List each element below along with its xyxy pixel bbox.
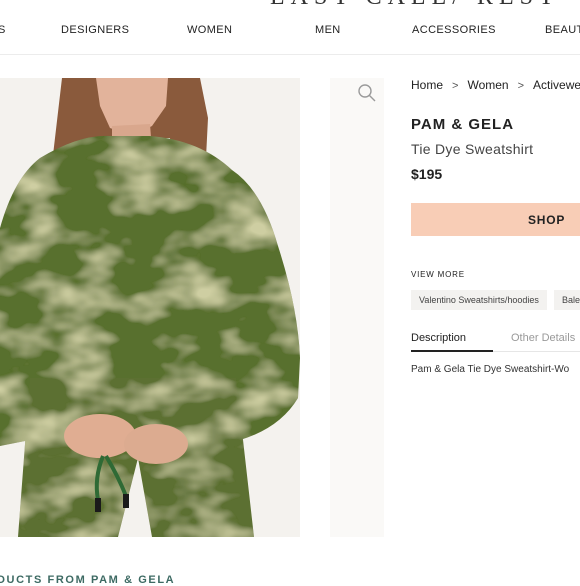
related-products-heading: DUCTS FROM PAM & GELA: [0, 574, 176, 586]
product-title: Tie Dye Sweatshirt: [411, 141, 534, 157]
nav-item-women[interactable]: WOMEN: [187, 24, 232, 36]
tab-active-indicator: [411, 350, 493, 352]
tag-chip[interactable]: Bale: [554, 290, 580, 310]
product-description: Pam & Gela Tie Dye Sweatshirt-Wo: [411, 364, 570, 375]
nav-item-partial[interactable]: S: [0, 24, 6, 36]
nav-item-designers[interactable]: DESIGNERS: [61, 24, 129, 36]
nav-item-beauty[interactable]: BEAUTY: [545, 24, 580, 36]
nav-item-accessories[interactable]: ACCESSORIES: [412, 24, 496, 36]
top-nav: S DESIGNERS WOMEN MEN ACCESSORIES BEAUTY: [0, 24, 580, 42]
chevron-right-icon: >: [517, 80, 525, 92]
product-price: $195: [411, 166, 443, 182]
view-more-label: VIEW MORE: [411, 270, 465, 279]
chevron-right-icon: >: [452, 80, 459, 92]
product-photo[interactable]: [0, 78, 300, 537]
breadcrumb-home[interactable]: Home: [411, 78, 443, 92]
zoom-icon[interactable]: [357, 83, 377, 103]
thumbnail-strip: [330, 78, 384, 537]
tab-description[interactable]: Description: [411, 332, 466, 344]
shop-button[interactable]: SHOP: [411, 203, 580, 236]
breadcrumb-women[interactable]: Women: [467, 78, 508, 92]
nav-item-men[interactable]: MEN: [315, 24, 341, 36]
tab-other-details[interactable]: Other Details: [511, 332, 575, 344]
site-logo[interactable]: LAST CALL/ REST: [270, 0, 560, 11]
tag-chip[interactable]: Valentino Sweatshirts/hoodies: [411, 290, 547, 310]
breadcrumb: Home > Women > Activewear: [411, 78, 580, 92]
product-brand[interactable]: PAM & GELA: [411, 116, 514, 133]
nav-divider: [0, 54, 580, 55]
breadcrumb-activewear[interactable]: Activewear: [533, 78, 580, 92]
